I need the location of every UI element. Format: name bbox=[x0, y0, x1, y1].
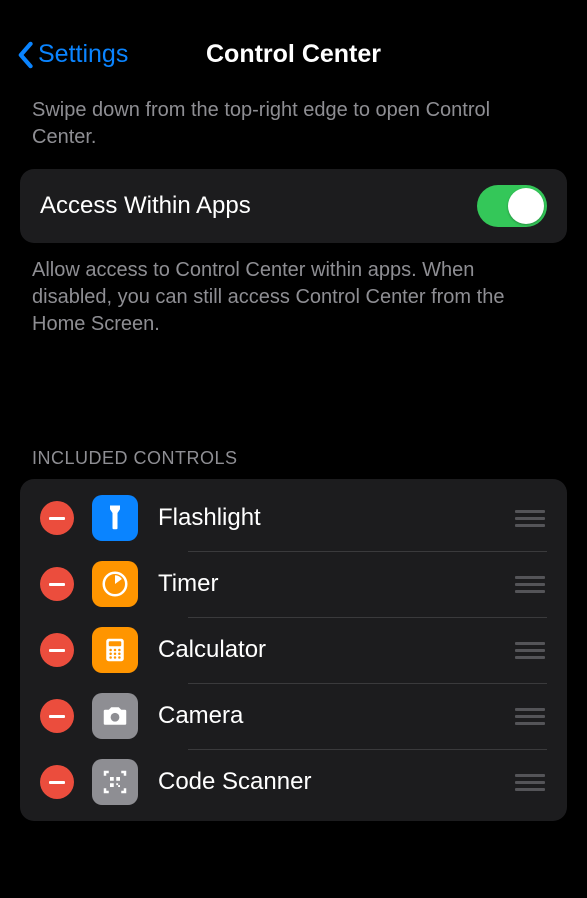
remove-button[interactable] bbox=[40, 501, 74, 535]
back-button[interactable]: Settings bbox=[16, 40, 128, 69]
list-item: Timer bbox=[20, 551, 567, 617]
drag-handle[interactable] bbox=[513, 708, 547, 725]
remove-button[interactable] bbox=[40, 633, 74, 667]
item-label: Code Scanner bbox=[158, 768, 513, 796]
calculator-icon bbox=[92, 627, 138, 673]
access-toggle[interactable] bbox=[477, 185, 547, 227]
flashlight-icon bbox=[92, 495, 138, 541]
included-list: Flashlight Timer Calculator Camera Code … bbox=[20, 479, 567, 821]
nav-bar: Settings Control Center bbox=[0, 0, 587, 89]
access-footer: Allow access to Control Center within ap… bbox=[0, 243, 587, 378]
item-label: Calculator bbox=[158, 636, 513, 664]
access-label: Access Within Apps bbox=[40, 192, 251, 220]
list-item: Flashlight bbox=[20, 485, 567, 551]
hint-text: Swipe down from the top-right edge to op… bbox=[0, 89, 587, 169]
toggle-knob bbox=[508, 188, 544, 224]
camera-icon bbox=[92, 693, 138, 739]
access-card: Access Within Apps bbox=[20, 169, 567, 243]
drag-handle[interactable] bbox=[513, 576, 547, 593]
remove-button[interactable] bbox=[40, 765, 74, 799]
code-scanner-icon bbox=[92, 759, 138, 805]
list-item: Code Scanner bbox=[20, 749, 567, 815]
item-label: Flashlight bbox=[158, 504, 513, 532]
drag-handle[interactable] bbox=[513, 510, 547, 527]
back-label: Settings bbox=[38, 40, 128, 69]
item-label: Timer bbox=[158, 570, 513, 598]
list-item: Camera bbox=[20, 683, 567, 749]
remove-button[interactable] bbox=[40, 699, 74, 733]
access-within-apps-row: Access Within Apps bbox=[20, 169, 567, 243]
item-label: Camera bbox=[158, 702, 513, 730]
timer-icon bbox=[92, 561, 138, 607]
remove-button[interactable] bbox=[40, 567, 74, 601]
drag-handle[interactable] bbox=[513, 642, 547, 659]
included-header: INCLUDED CONTROLS bbox=[0, 378, 587, 479]
list-item: Calculator bbox=[20, 617, 567, 683]
drag-handle[interactable] bbox=[513, 774, 547, 791]
chevron-left-icon bbox=[16, 41, 34, 69]
